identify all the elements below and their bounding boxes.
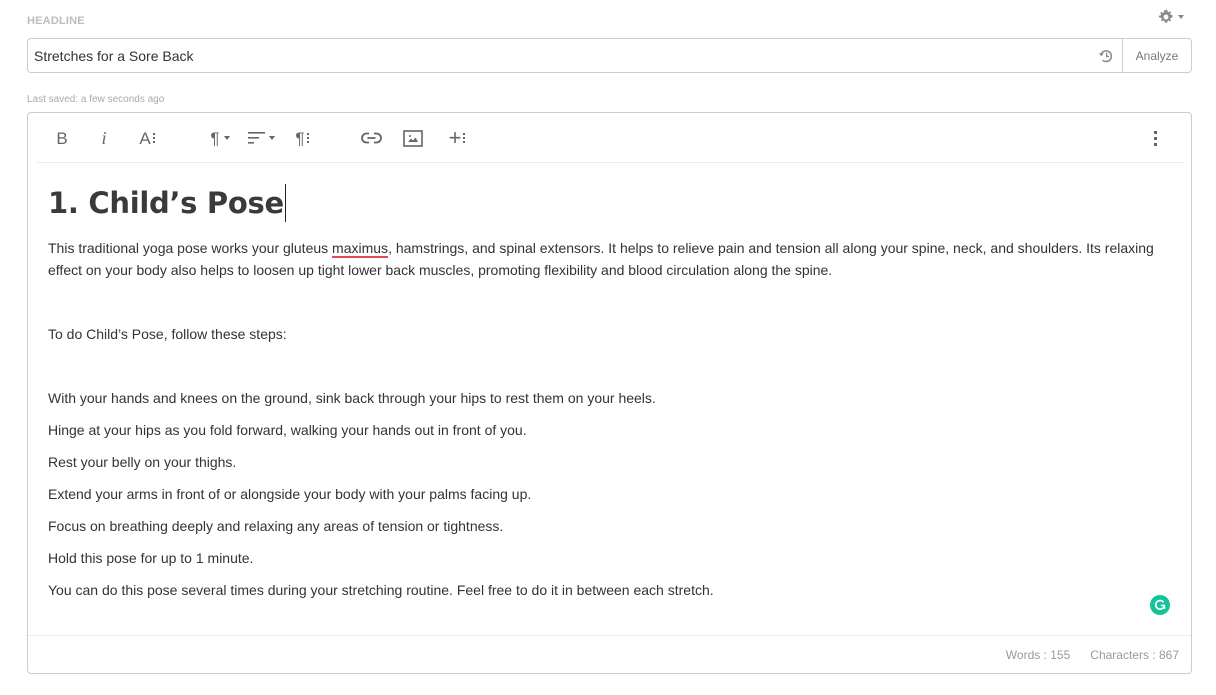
image-icon xyxy=(403,129,423,147)
step-item: With your hands and knees on the ground,… xyxy=(48,390,656,406)
insert-button[interactable]: + xyxy=(446,127,468,149)
font-size-icon: A xyxy=(139,128,151,148)
more-vertical-icon xyxy=(1153,130,1157,146)
step-item: You can do this pose several times durin… xyxy=(48,582,714,598)
headline-label: HEADLINE xyxy=(27,15,85,27)
paragraph-icon: ¶ xyxy=(295,128,305,148)
intro-paragraph: This traditional yoga pose works your gl… xyxy=(48,237,1171,281)
misspelled-word[interactable]: maximus xyxy=(332,240,388,256)
step-item: Hinge at your hips as you fold forward, … xyxy=(48,422,527,438)
editor: B i A ¶ ¶ + 1. Child’s Pose This traditi… xyxy=(27,112,1192,674)
font-size-button[interactable]: A xyxy=(136,127,158,149)
step-item: Focus on breathing deeply and relaxing a… xyxy=(48,518,504,534)
paragraph-icon: ¶ xyxy=(210,128,220,148)
chevron-down-icon xyxy=(1178,15,1184,19)
align-dropdown[interactable] xyxy=(245,127,277,149)
headline-row: Analyze xyxy=(27,38,1192,73)
step-item: Rest your belly on your thighs. xyxy=(48,454,237,470)
more-options-icon xyxy=(463,133,466,143)
bold-icon: B xyxy=(56,128,68,148)
image-button[interactable] xyxy=(403,127,423,149)
paragraph-style-dropdown[interactable]: ¶ xyxy=(205,127,235,149)
chevron-down-icon xyxy=(268,136,275,140)
editor-toolbar: B i A ¶ ¶ + xyxy=(37,113,1183,163)
document-body[interactable]: 1. Child’s Pose This traditional yoga po… xyxy=(48,183,1171,611)
last-saved-status: Last saved: a few seconds ago xyxy=(27,94,165,105)
grammarly-icon xyxy=(1154,599,1166,610)
editor-footer: Words : 155 Characters : 867 xyxy=(28,635,1191,673)
intro-text: This traditional yoga pose works your gl… xyxy=(48,240,333,256)
step-item: Extend your arms in front of or alongsid… xyxy=(48,486,532,502)
headline-field-wrapper xyxy=(27,38,1122,73)
headline-input[interactable] xyxy=(28,39,1122,72)
heading-text: 1. Child’s Pose xyxy=(48,186,284,220)
grammarly-button[interactable] xyxy=(1150,595,1170,615)
link-button[interactable] xyxy=(360,127,382,149)
text-cursor xyxy=(284,184,286,222)
history-icon[interactable] xyxy=(1098,48,1114,69)
character-count: Characters : 867 xyxy=(1090,647,1179,662)
step-item: Hold this pose for up to 1 minute. xyxy=(48,550,254,566)
paragraph-options-button[interactable]: ¶ xyxy=(291,127,313,149)
word-count: Words : 155 xyxy=(1005,647,1071,662)
more-menu-button[interactable] xyxy=(1149,127,1159,149)
align-left-icon xyxy=(247,132,265,144)
lead-in-paragraph: To do Child’s Pose, follow these steps: xyxy=(48,326,287,342)
more-options-icon xyxy=(152,133,155,143)
italic-button[interactable]: i xyxy=(98,127,110,149)
settings-menu-button[interactable] xyxy=(1158,9,1184,25)
chevron-down-icon xyxy=(223,136,230,140)
gear-icon xyxy=(1158,9,1173,23)
plus-icon: + xyxy=(448,125,462,150)
link-icon xyxy=(360,132,382,144)
italic-icon: i xyxy=(101,128,107,148)
bold-button[interactable]: B xyxy=(54,127,70,149)
more-options-icon xyxy=(306,133,309,143)
section-heading[interactable]: 1. Child’s Pose xyxy=(48,183,1171,223)
analyze-button[interactable]: Analyze xyxy=(1122,38,1192,73)
